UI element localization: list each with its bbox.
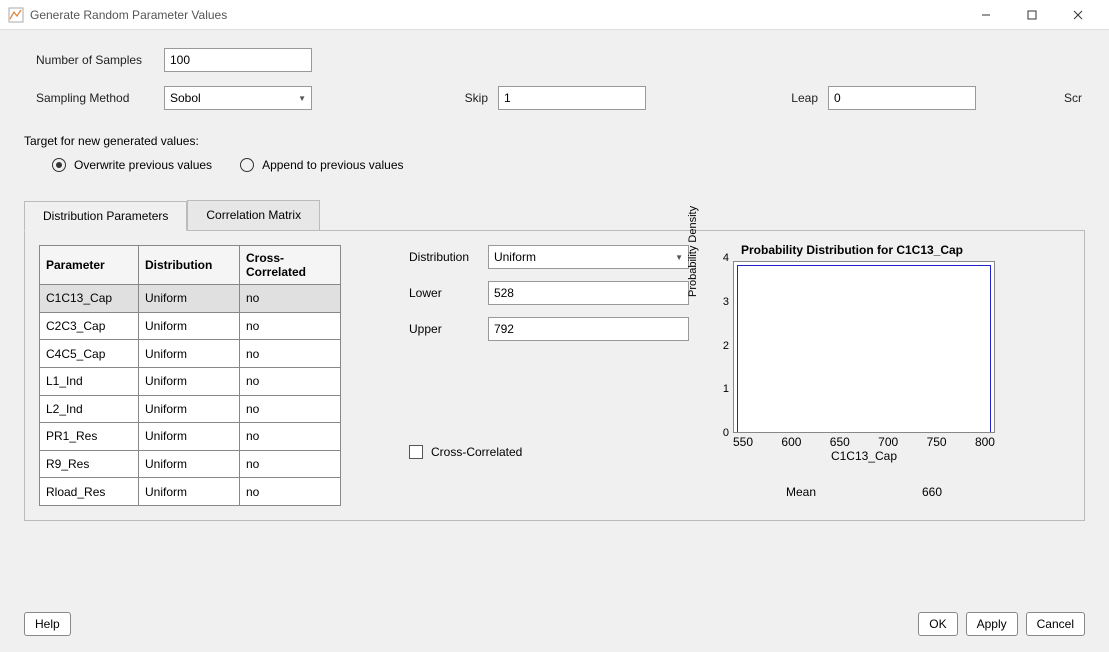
cell-distribution: Uniform: [138, 450, 239, 478]
cell-distribution: Uniform: [138, 478, 239, 506]
help-button[interactable]: Help: [24, 612, 71, 636]
cell-parameter: L1_Ind: [40, 367, 139, 395]
radio-icon: [240, 158, 254, 172]
cell-distribution: Uniform: [138, 423, 239, 451]
skip-label: Skip: [448, 91, 488, 105]
window-title: Generate Random Parameter Values: [30, 8, 963, 22]
overwrite-radio[interactable]: Overwrite previous values: [52, 158, 212, 172]
crosscorr-checkbox[interactable]: [409, 445, 423, 459]
header-distribution: Distribution: [138, 246, 239, 285]
chart-plot: [733, 261, 995, 433]
append-label: Append to previous values: [262, 158, 403, 172]
mean-value: 660: [922, 485, 942, 499]
cell-crosscorr: no: [239, 423, 340, 451]
x-axis-label: C1C13_Cap: [733, 449, 995, 463]
close-button[interactable]: [1055, 0, 1101, 30]
chevron-down-icon: ▼: [298, 94, 306, 103]
crosscorr-label: Cross-Correlated: [431, 445, 522, 459]
distribution-value: Uniform: [494, 250, 536, 264]
cell-parameter: L2_Ind: [40, 395, 139, 423]
parameter-table: Parameter Distribution Cross-Correlated …: [39, 245, 341, 506]
tab-correlation-matrix[interactable]: Correlation Matrix: [187, 200, 320, 230]
chart-container: Probability Distribution for C1C13_Cap 4…: [689, 245, 1015, 506]
cell-parameter: PR1_Res: [40, 423, 139, 451]
apply-button[interactable]: Apply: [966, 612, 1018, 636]
append-radio[interactable]: Append to previous values: [240, 158, 403, 172]
tab-bar: Distribution Parameters Correlation Matr…: [24, 200, 1085, 231]
table-row[interactable]: C4C5_CapUniformno: [40, 340, 341, 368]
cell-parameter: C4C5_Cap: [40, 340, 139, 368]
table-row[interactable]: R9_ResUniformno: [40, 450, 341, 478]
table-row[interactable]: L1_IndUniformno: [40, 367, 341, 395]
cell-crosscorr: no: [239, 285, 340, 313]
distribution-label: Distribution: [409, 250, 488, 264]
cell-crosscorr: no: [239, 340, 340, 368]
sampling-method-value: Sobol: [170, 91, 201, 105]
window-buttons: [963, 0, 1101, 30]
cell-crosscorr: no: [239, 312, 340, 340]
table-row[interactable]: C1C13_CapUniformno: [40, 285, 341, 313]
chevron-down-icon: ▼: [675, 253, 683, 262]
cell-parameter: C2C3_Cap: [40, 312, 139, 340]
detail-panel: Distribution Uniform ▼ Lower Upper Cr: [359, 245, 1070, 506]
titlebar: Generate Random Parameter Values: [0, 0, 1109, 30]
table-row[interactable]: L2_IndUniformno: [40, 395, 341, 423]
leap-input[interactable]: [828, 86, 976, 110]
skip-input[interactable]: [498, 86, 646, 110]
cell-parameter: Rload_Res: [40, 478, 139, 506]
cell-distribution: Uniform: [138, 340, 239, 368]
header-crosscorr: Cross-Correlated: [239, 246, 340, 285]
uniform-curve: [737, 265, 991, 432]
y-axis-label: Probability Density: [687, 206, 699, 297]
cell-distribution: Uniform: [138, 395, 239, 423]
cell-crosscorr: no: [239, 478, 340, 506]
overwrite-label: Overwrite previous values: [74, 158, 212, 172]
distribution-select[interactable]: Uniform ▼: [488, 245, 689, 269]
table-row[interactable]: C2C3_CapUniformno: [40, 312, 341, 340]
sampling-method-select[interactable]: Sobol ▼: [164, 86, 312, 110]
lower-label: Lower: [409, 286, 488, 300]
num-samples-input[interactable]: [164, 48, 312, 72]
table-header-row: Parameter Distribution Cross-Correlated: [40, 246, 341, 285]
cell-crosscorr: no: [239, 395, 340, 423]
ok-button[interactable]: OK: [918, 612, 957, 636]
content-area: Number of Samples Sampling Method Sobol …: [0, 30, 1109, 533]
tab-distribution-parameters[interactable]: Distribution Parameters: [24, 201, 187, 231]
header-parameter: Parameter: [40, 246, 139, 285]
x-axis-ticks: 550 600 650 700 750 800: [733, 435, 995, 449]
target-heading: Target for new generated values:: [24, 134, 1085, 148]
leap-label: Leap: [778, 91, 818, 105]
scramble-label: Scr: [1064, 91, 1082, 105]
maximize-button[interactable]: [1009, 0, 1055, 30]
radio-selected-icon: [52, 158, 66, 172]
tab-panel: Parameter Distribution Cross-Correlated …: [24, 231, 1085, 521]
cell-parameter: C1C13_Cap: [40, 285, 139, 313]
minimize-button[interactable]: [963, 0, 1009, 30]
sampling-method-label: Sampling Method: [24, 91, 164, 105]
cell-crosscorr: no: [239, 450, 340, 478]
cell-distribution: Uniform: [138, 285, 239, 313]
num-samples-label: Number of Samples: [24, 53, 164, 67]
mean-row: Mean 660: [733, 485, 995, 499]
mean-label: Mean: [786, 485, 816, 499]
cell-distribution: Uniform: [138, 312, 239, 340]
cancel-button[interactable]: Cancel: [1026, 612, 1085, 636]
upper-label: Upper: [409, 322, 488, 336]
cell-crosscorr: no: [239, 367, 340, 395]
chart-title: Probability Distribution for C1C13_Cap: [689, 243, 1015, 257]
y-axis-ticks: 4 3 2 1 0: [719, 258, 729, 434]
lower-input[interactable]: [488, 281, 689, 305]
cell-distribution: Uniform: [138, 367, 239, 395]
app-icon: [8, 7, 24, 23]
upper-input[interactable]: [488, 317, 689, 341]
cell-parameter: R9_Res: [40, 450, 139, 478]
table-row[interactable]: PR1_ResUniformno: [40, 423, 341, 451]
bottom-bar: Help OK Apply Cancel: [24, 612, 1085, 636]
table-row[interactable]: Rload_ResUniformno: [40, 478, 341, 506]
